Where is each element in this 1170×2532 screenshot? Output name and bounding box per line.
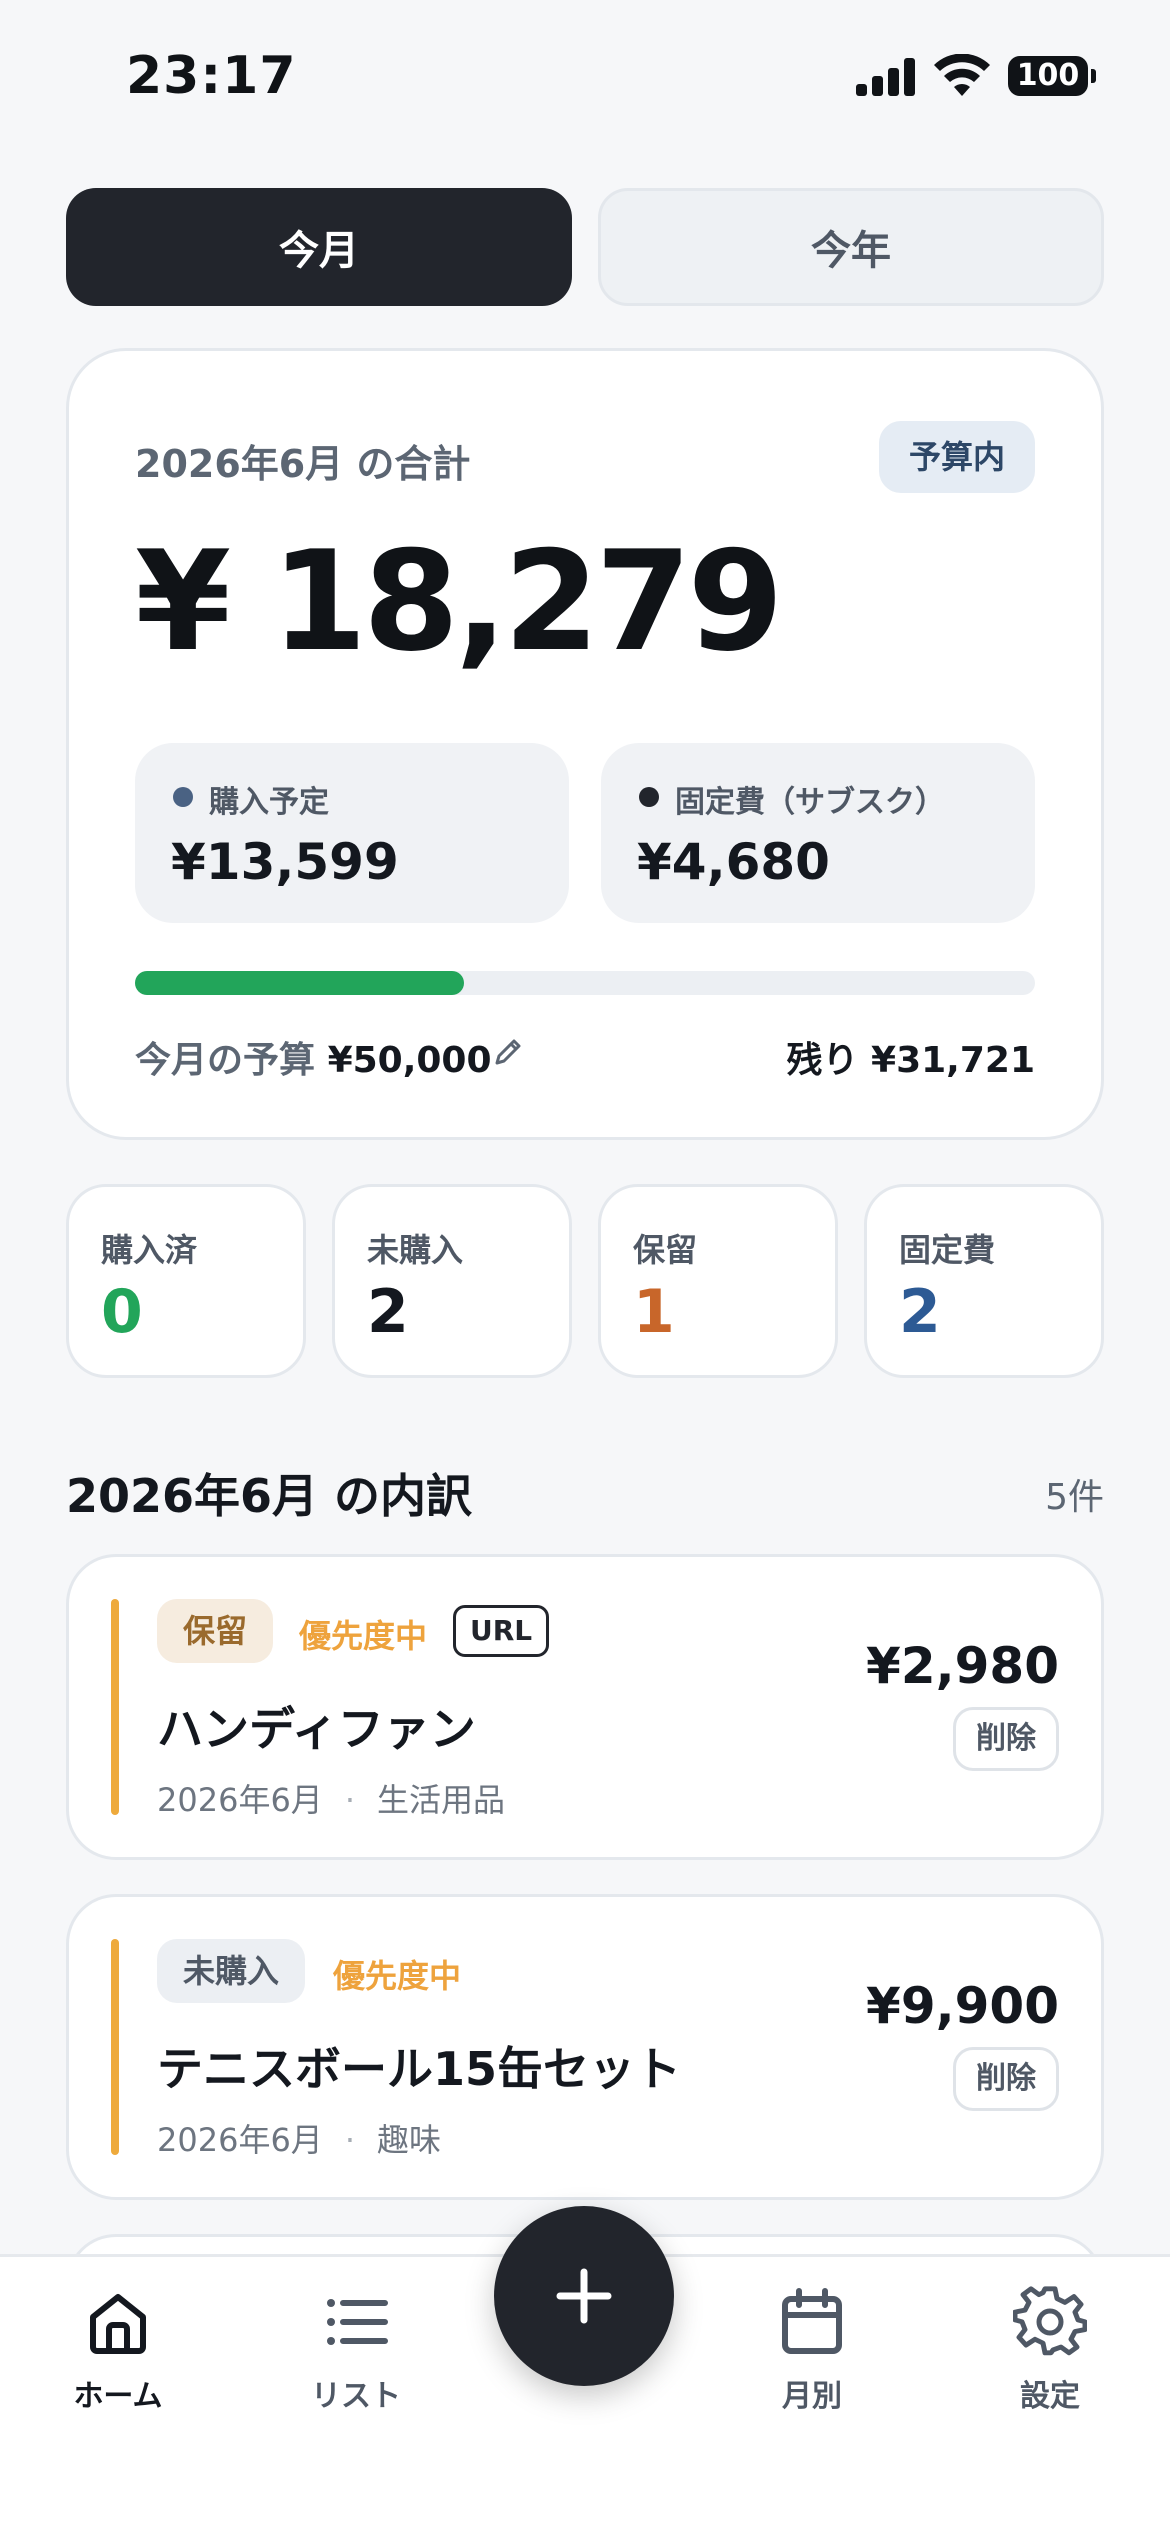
stat-label: 未購入 xyxy=(367,1231,464,1269)
item-month: 2026年6月 xyxy=(157,1781,323,1819)
tab-home-label: ホーム xyxy=(73,2379,163,2414)
budget-progress-bar xyxy=(135,971,1035,995)
item-price: ¥2,980 xyxy=(866,1637,1059,1695)
item-month: 2026年6月 xyxy=(157,2121,323,2159)
battery-icon: 100 xyxy=(1008,56,1096,96)
stat-purchased[interactable]: 購入済 0 xyxy=(66,1184,306,1378)
wifi-icon xyxy=(934,54,990,96)
priority-bar xyxy=(111,1939,119,2155)
priority-bar xyxy=(111,1599,119,1815)
item-name: ハンディファン xyxy=(157,1702,476,1756)
breakdown-title: 2026年6月 の内訳 xyxy=(66,1469,473,1523)
stat-value: 1 xyxy=(633,1277,675,1347)
meta-separator: · xyxy=(344,1781,355,1819)
item-name: テニスボール15缶セット xyxy=(157,2042,682,2096)
item-category: 生活用品 xyxy=(376,1781,505,1819)
remaining-amount: 残り ¥31,721 xyxy=(786,1040,1035,1081)
budget-label-text: 今月の予算 xyxy=(135,1040,316,1081)
item-category: 趣味 xyxy=(376,2121,441,2159)
total-amount: ¥ 18,279 xyxy=(135,521,784,682)
tab-monthly[interactable]: 月別 xyxy=(732,2285,892,2415)
planned-purchase-box: 購入予定 ¥13,599 xyxy=(135,743,569,923)
fixed-dot-icon xyxy=(639,787,659,807)
fixed-cost-box: 固定費（サブスク） ¥4,680 xyxy=(601,743,1035,923)
stat-fixed-cost[interactable]: 固定費 2 xyxy=(864,1184,1104,1378)
planned-value: ¥13,599 xyxy=(171,833,399,891)
stat-label: 購入済 xyxy=(101,1231,198,1269)
list-item[interactable]: 保留 優先度中 URL ハンディファン 2026年6月 · 生活用品 ¥2,980 … xyxy=(66,1554,1104,1860)
budget-status-badge: 予算内 xyxy=(878,421,1035,493)
planned-label: 購入予定 xyxy=(209,785,329,820)
tab-monthly-label: 月別 xyxy=(782,2379,842,2414)
plus-icon xyxy=(556,2268,612,2324)
summary-card: 2026年6月 の合計 予算内 ¥ 18,279 購入予定 ¥13,599 固定… xyxy=(66,348,1104,1140)
meta-separator: · xyxy=(344,2121,355,2159)
fixed-value: ¥4,680 xyxy=(637,833,830,891)
stat-on-hold[interactable]: 保留 1 xyxy=(598,1184,838,1378)
fixed-label: 固定費（サブスク） xyxy=(675,785,945,820)
item-meta: 2026年6月 · 趣味 xyxy=(157,2115,441,2161)
breakdown-count: 5件 xyxy=(1045,1477,1104,1518)
stat-unpurchased[interactable]: 未購入 2 xyxy=(332,1184,572,1378)
url-badge[interactable]: URL xyxy=(453,1605,550,1657)
tab-this-year[interactable]: 今年 xyxy=(598,188,1104,306)
tab-settings[interactable]: 設定 xyxy=(970,2285,1130,2415)
stat-value: 0 xyxy=(101,1277,143,1347)
item-price: ¥9,900 xyxy=(866,1977,1059,2035)
tab-settings-label: 設定 xyxy=(1020,2379,1080,2414)
list-icon xyxy=(327,2299,388,2345)
budget-value: ¥50,000 xyxy=(327,1040,492,1081)
priority-label: 優先度中 xyxy=(333,1957,462,1995)
home-icon xyxy=(90,2294,146,2354)
tab-list-label: リスト xyxy=(311,2379,401,2414)
item-meta: 2026年6月 · 生活用品 xyxy=(157,1775,505,1821)
status-badge: 未購入 xyxy=(157,1939,306,2003)
stat-label: 固定費 xyxy=(899,1231,996,1269)
delete-button[interactable]: 削除 xyxy=(953,1707,1059,1771)
delete-button[interactable]: 削除 xyxy=(953,2047,1059,2111)
priority-label: 優先度中 xyxy=(299,1617,428,1655)
planned-dot-icon xyxy=(173,787,193,807)
status-badge: 保留 xyxy=(157,1599,274,1663)
gear-icon xyxy=(1013,2286,1087,2356)
summary-label: 2026年6月 の合計 xyxy=(135,442,471,486)
budget-label: 今月の予算 ¥50,000 xyxy=(135,1031,492,1083)
tab-list[interactable]: リスト xyxy=(276,2285,436,2415)
tab-this-month[interactable]: 今月 xyxy=(66,188,572,306)
stat-label: 保留 xyxy=(633,1231,698,1269)
list-item[interactable]: 未購入 優先度中 テニスボール15缶セット 2026年6月 · 趣味 ¥9,900 … xyxy=(66,1894,1104,2200)
calendar-icon xyxy=(782,2288,842,2354)
add-button[interactable] xyxy=(494,2206,674,2386)
stat-value: 2 xyxy=(367,1277,409,1347)
pencil-icon[interactable] xyxy=(489,1033,527,1071)
stat-value: 2 xyxy=(899,1277,941,1347)
cellular-signal-icon xyxy=(856,58,916,96)
status-time: 23:17 xyxy=(126,46,297,106)
status-bar: 23:17 100 xyxy=(0,0,1170,150)
budget-progress-fill xyxy=(135,971,465,995)
tab-home[interactable]: ホーム xyxy=(38,2285,198,2415)
